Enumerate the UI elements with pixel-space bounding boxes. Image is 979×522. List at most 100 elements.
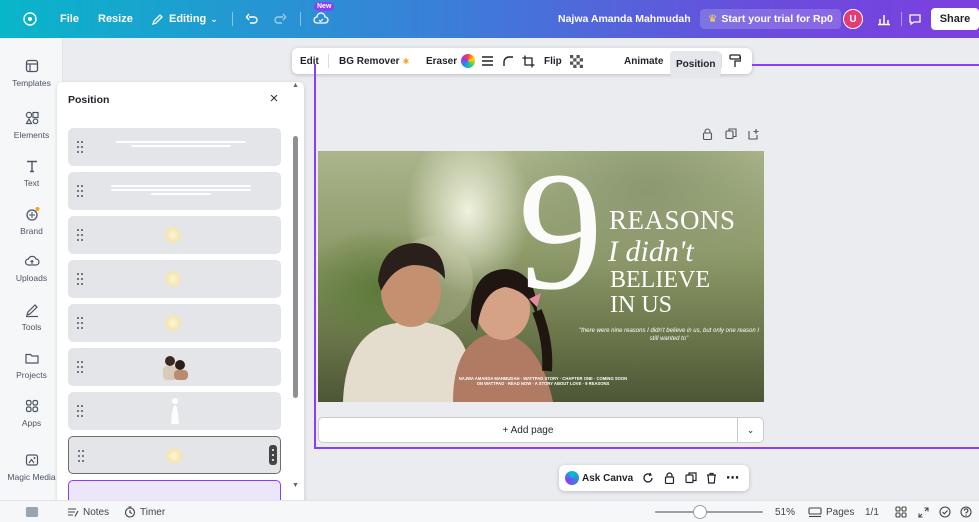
layer-item-highlighted[interactable] [68, 480, 281, 502]
drag-handle-icon[interactable] [77, 317, 85, 329]
duplicate-page-icon[interactable] [725, 128, 737, 140]
panel-scrollbar[interactable] [293, 136, 298, 398]
drag-handle-icon[interactable] [77, 229, 85, 241]
add-page-button[interactable]: + Add page [318, 417, 738, 443]
bg-remover-button[interactable]: BG Remover ✱ [339, 48, 409, 74]
grid-view-icon [895, 506, 907, 518]
pages-button[interactable]: Pages [808, 501, 854, 522]
insights-button[interactable] [876, 0, 892, 38]
help-button[interactable] [960, 501, 972, 522]
file-menu[interactable]: File [60, 0, 79, 38]
copy-style-button[interactable] [729, 48, 741, 74]
edit-button[interactable]: Edit [300, 48, 319, 74]
layer-item-light-2[interactable] [68, 260, 281, 298]
share-button[interactable]: Share [931, 8, 979, 30]
apps-grid-icon [24, 398, 40, 414]
divider [721, 54, 722, 68]
design-canvas[interactable]: 9 REASONS I didn't BELIEVE IN US "there … [318, 151, 764, 402]
rail-item-apps[interactable]: Apps [0, 398, 63, 428]
ask-canva-button[interactable]: Ask Canva [565, 465, 633, 491]
refresh-button[interactable] [642, 465, 654, 491]
editing-mode-dropdown[interactable]: Editing ⌄ [149, 0, 218, 38]
undo-button[interactable] [244, 0, 260, 38]
zoom-level[interactable]: 51% [775, 501, 795, 522]
design-title-in-us[interactable]: IN US [610, 292, 672, 319]
rail-item-projects[interactable]: Projects [0, 350, 63, 380]
design-quote-text[interactable]: "there were nine reasons I didn't believ… [576, 327, 762, 343]
rail-item-templates[interactable]: Templates [0, 58, 63, 88]
drag-handle-icon[interactable] [78, 450, 86, 462]
drag-handle-icon[interactable] [77, 141, 85, 153]
eraser-button[interactable]: Eraser [426, 48, 457, 74]
rail-item-brand[interactable]: Brand [0, 206, 63, 236]
position-button[interactable]: Position [670, 51, 722, 77]
design-title-reasons[interactable]: REASONS [609, 205, 736, 236]
start-trial-button[interactable]: ♛ Start your trial for Rp0 [700, 9, 841, 29]
layer-item-light-1[interactable] [68, 216, 281, 254]
templates-icon [24, 58, 40, 74]
scroll-up-icon[interactable]: ▲ [292, 82, 299, 89]
crop-button[interactable] [522, 48, 535, 74]
drag-handle-icon[interactable] [77, 405, 85, 417]
layer-item-credits-text[interactable] [68, 172, 281, 210]
home-icon [22, 11, 38, 27]
zoom-slider-handle[interactable] [693, 505, 707, 519]
panel-icon [25, 506, 39, 518]
comment-icon [907, 11, 923, 27]
rail-item-text[interactable]: Text [0, 158, 63, 188]
expand-icon [918, 506, 929, 518]
lock-page-icon[interactable] [702, 128, 713, 140]
zoom-slider-track[interactable] [655, 511, 763, 513]
color-button[interactable] [461, 48, 475, 74]
scroll-down-icon[interactable]: ▼ [292, 482, 299, 489]
comments-button[interactable] [907, 0, 923, 38]
delete-button[interactable] [706, 465, 717, 491]
timer-icon [124, 506, 136, 518]
collapse-panel-button[interactable] [25, 501, 39, 522]
design-title-didnt[interactable]: I didn't [608, 235, 694, 269]
refresh-icon [642, 472, 654, 484]
design-title-believe[interactable]: BELIEVE [610, 267, 710, 294]
timer-button[interactable]: Timer [124, 501, 165, 522]
layer-thumbnail [164, 270, 182, 288]
rail-item-tools[interactable]: Tools [0, 302, 63, 332]
transparency-button[interactable] [570, 48, 583, 74]
close-icon[interactable]: × [265, 90, 283, 108]
add-page-dropdown[interactable]: ⌄ [737, 417, 764, 443]
drag-handle-icon[interactable] [77, 185, 85, 197]
more-options-button[interactable]: ⋯ [726, 465, 739, 491]
drag-handle-icon[interactable] [77, 273, 85, 285]
fullscreen-button[interactable] [918, 501, 929, 522]
grid-view-button[interactable] [895, 501, 907, 522]
corner-rounding-button[interactable] [502, 48, 514, 74]
rail-item-elements[interactable]: Elements [0, 110, 63, 140]
layer-item-quote-text[interactable] [68, 128, 281, 166]
drag-handle-icon[interactable] [77, 361, 85, 373]
context-toolbar: Edit BG Remover ✱ Eraser Flip Animate Po… [292, 48, 752, 77]
layer-item-figure[interactable] [68, 392, 281, 430]
avatar[interactable]: U [843, 9, 863, 29]
design-credits-text[interactable]: NAJWA AMANDA MAHMUDAH · WATTPAD STORY · … [458, 376, 628, 386]
flip-button[interactable]: Flip [544, 48, 562, 74]
add-page-icon[interactable] [748, 128, 760, 140]
border-style-button[interactable] [481, 48, 494, 74]
lock-button[interactable] [664, 465, 675, 491]
home-button[interactable] [22, 0, 38, 38]
rail-item-uploads[interactable]: Uploads [0, 253, 63, 283]
redo-button[interactable] [272, 0, 288, 38]
transparency-checker-icon [570, 54, 583, 68]
check-button[interactable] [939, 501, 951, 522]
layer-thumbnail [164, 314, 182, 332]
resize-menu[interactable]: Resize [98, 0, 133, 38]
layer-item-couple-photo[interactable] [68, 348, 281, 386]
layer-item-light-3[interactable] [68, 304, 281, 342]
animate-button[interactable]: Animate [624, 48, 663, 74]
more-options-icon[interactable] [269, 445, 277, 465]
notes-button[interactable]: Notes [67, 501, 109, 522]
layer-item-selected[interactable] [68, 436, 281, 474]
paint-roller-icon [729, 54, 741, 68]
bar-chart-icon [876, 11, 892, 27]
rail-item-magic-media[interactable]: Magic Media [0, 452, 63, 482]
duplicate-button[interactable] [685, 465, 697, 491]
design-number-nine[interactable]: 9 [518, 151, 603, 316]
